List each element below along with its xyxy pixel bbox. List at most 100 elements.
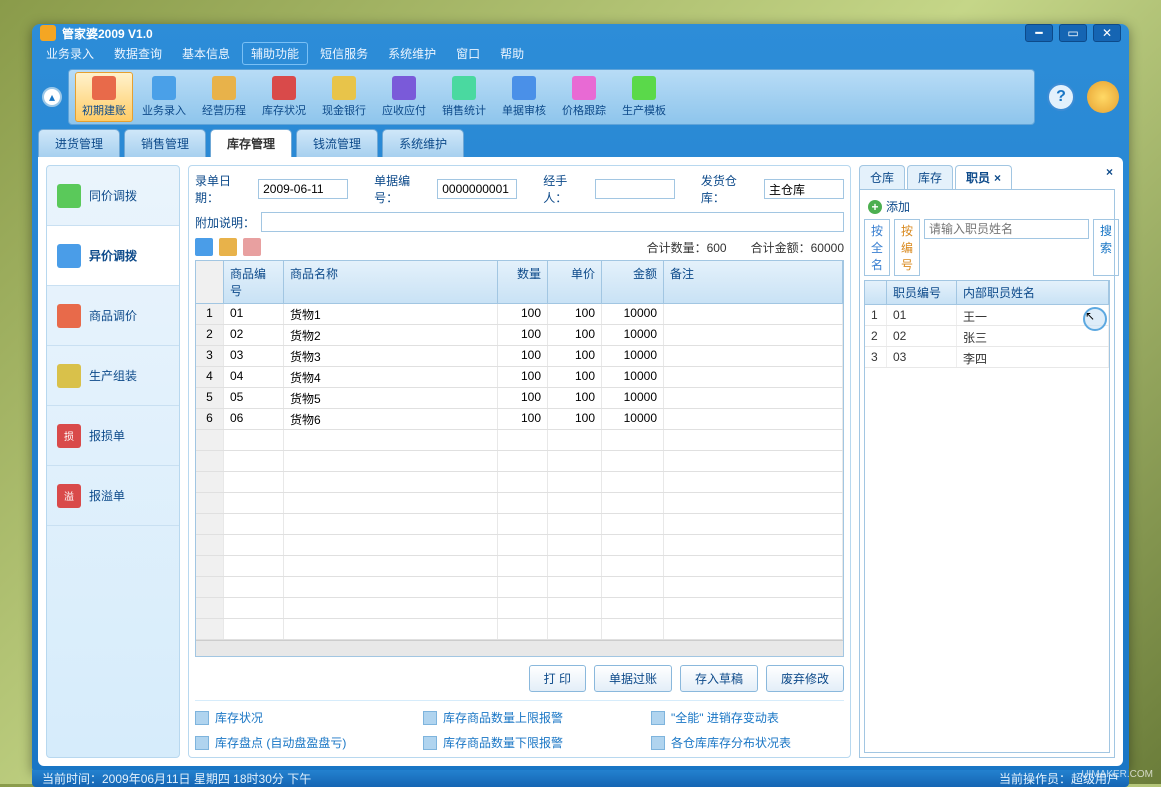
- toolbar-1[interactable]: 业务录入: [135, 72, 193, 122]
- sidebar-item-5[interactable]: 溢报溢单: [47, 466, 179, 526]
- search-button[interactable]: 搜索: [1093, 219, 1119, 276]
- quick-link-4[interactable]: 库存商品数量下限报警: [423, 734, 613, 751]
- help-icon[interactable]: ?: [1047, 83, 1075, 111]
- sidebar-item-1[interactable]: 异价调拨: [47, 226, 179, 286]
- sidebar-item-4[interactable]: 损报损单: [47, 406, 179, 466]
- date-label: 录单日期：: [195, 172, 252, 206]
- grid-header-6[interactable]: 备注: [664, 261, 843, 303]
- total-amt-value: 60000: [811, 241, 844, 255]
- table-row-empty[interactable]: [196, 577, 843, 598]
- grid-header-4[interactable]: 单价: [548, 261, 602, 303]
- main-tab-0[interactable]: 进货管理: [38, 129, 120, 157]
- grid-tool-icon-2[interactable]: [219, 238, 237, 256]
- horizontal-scrollbar[interactable]: [196, 640, 843, 656]
- docno-input[interactable]: [437, 179, 517, 199]
- toolbar-4[interactable]: 现金银行: [315, 72, 373, 122]
- grid-tool-icon-3[interactable]: [243, 238, 261, 256]
- toolbar-6[interactable]: 销售统计: [435, 72, 493, 122]
- staff-row[interactable]: 202张三: [865, 326, 1109, 347]
- right-panel: 仓库库存职员 ×× + 添加 按全名 按编号 搜索 职员编号内部职员姓名: [859, 165, 1115, 758]
- grid-header-5[interactable]: 金额: [602, 261, 664, 303]
- toolbar-9[interactable]: 生产模板: [615, 72, 673, 122]
- table-row-empty[interactable]: [196, 430, 843, 451]
- right-tab-1[interactable]: 库存: [907, 165, 953, 189]
- toolbar-0[interactable]: 初期建账: [75, 72, 133, 122]
- quick-link-2[interactable]: "全能" 进销存变动表: [651, 709, 841, 726]
- staff-header-0[interactable]: [865, 281, 887, 304]
- menu-5[interactable]: 系统维护: [380, 43, 444, 64]
- table-row-empty[interactable]: [196, 535, 843, 556]
- collapse-toolbar-button[interactable]: ▴: [42, 87, 62, 107]
- action-button-2[interactable]: 存入草稿: [680, 665, 758, 692]
- toolbar-2[interactable]: 经营历程: [195, 72, 253, 122]
- staff-header-1[interactable]: 职员编号: [887, 281, 957, 304]
- menu-6[interactable]: 窗口: [448, 43, 488, 64]
- maximize-button[interactable]: ▭: [1059, 24, 1087, 42]
- quick-link-1[interactable]: 库存商品数量上限报警: [423, 709, 613, 726]
- main-tab-2[interactable]: 库存管理: [210, 129, 292, 157]
- right-tab-0[interactable]: 仓库: [859, 165, 905, 189]
- grid-header-3[interactable]: 数量: [498, 261, 548, 303]
- grid-header-0[interactable]: [196, 261, 224, 303]
- staff-search-input[interactable]: [924, 219, 1089, 239]
- add-button[interactable]: + 添加: [864, 194, 1110, 219]
- table-row-empty[interactable]: [196, 556, 843, 577]
- window-title: 管家婆2009 V1.0: [62, 25, 1025, 42]
- handler-input[interactable]: [595, 179, 675, 199]
- grid-tool-icon-1[interactable]: [195, 238, 213, 256]
- sidebar-item-2[interactable]: 商品调价: [47, 286, 179, 346]
- warehouse-input[interactable]: [764, 179, 844, 199]
- close-button[interactable]: ✕: [1093, 24, 1121, 42]
- table-row-empty[interactable]: [196, 514, 843, 535]
- action-button-3[interactable]: 废弃修改: [766, 665, 844, 692]
- table-row-empty[interactable]: [196, 619, 843, 640]
- main-tab-4[interactable]: 系统维护: [382, 129, 464, 157]
- sidebar-item-0[interactable]: 同价调拨: [47, 166, 179, 226]
- date-input[interactable]: [258, 179, 348, 199]
- table-row-empty[interactable]: [196, 472, 843, 493]
- toolbar-5[interactable]: 应收应付: [375, 72, 433, 122]
- action-button-0[interactable]: 打 印: [529, 665, 586, 692]
- menu-2[interactable]: 基本信息: [174, 43, 238, 64]
- right-tab-2[interactable]: 职员 ×: [955, 165, 1012, 189]
- menu-1[interactable]: 数据查询: [106, 43, 170, 64]
- table-row[interactable]: 606货物610010010000: [196, 409, 843, 430]
- table-row[interactable]: 202货物210010010000: [196, 325, 843, 346]
- by-fullname-button[interactable]: 按全名: [864, 219, 890, 276]
- menu-0[interactable]: 业务录入: [38, 43, 102, 64]
- menu-4[interactable]: 短信服务: [312, 43, 376, 64]
- staff-row[interactable]: 101王一: [865, 305, 1109, 326]
- table-row[interactable]: 404货物410010010000: [196, 367, 843, 388]
- table-row-empty[interactable]: [196, 598, 843, 619]
- table-row[interactable]: 303货物310010010000: [196, 346, 843, 367]
- sidebar-icon-1: [57, 244, 81, 268]
- main-tab-3[interactable]: 钱流管理: [296, 129, 378, 157]
- quick-link-3[interactable]: 库存盘点 (自动盘盈盘亏): [195, 734, 385, 751]
- quick-link-0[interactable]: 库存状况: [195, 709, 385, 726]
- action-button-1[interactable]: 单据过账: [594, 665, 672, 692]
- table-row[interactable]: 505货物510010010000: [196, 388, 843, 409]
- tab-close-icon[interactable]: ×: [994, 171, 1001, 185]
- statusbar: 当前时间：2009年06月11日 星期四 18时30分 下午 当前操作员：超级用…: [32, 770, 1129, 787]
- table-row[interactable]: 101货物110010010000: [196, 304, 843, 325]
- menu-3[interactable]: 辅助功能: [242, 42, 308, 65]
- toolbar-8[interactable]: 价格跟踪: [555, 72, 613, 122]
- note-input[interactable]: [261, 212, 844, 232]
- minimize-button[interactable]: ━: [1025, 24, 1053, 42]
- brand-icon[interactable]: [1087, 81, 1119, 113]
- staff-header-2[interactable]: 内部职员姓名: [957, 281, 1109, 304]
- quick-link-5[interactable]: 各仓库库存分布状况表: [651, 734, 841, 751]
- table-row-empty[interactable]: [196, 493, 843, 514]
- staff-row[interactable]: 303李四: [865, 347, 1109, 368]
- sidebar-item-3[interactable]: 生产组装: [47, 346, 179, 406]
- table-row-empty[interactable]: [196, 451, 843, 472]
- main-tab-1[interactable]: 销售管理: [124, 129, 206, 157]
- close-panel-icon[interactable]: ×: [1106, 165, 1113, 179]
- grid-body[interactable]: 101货物110010010000202货物210010010000303货物3…: [196, 304, 843, 640]
- toolbar-3[interactable]: 库存状况: [255, 72, 313, 122]
- grid-header-1[interactable]: 商品编号: [224, 261, 284, 303]
- menu-7[interactable]: 帮助: [492, 43, 532, 64]
- grid-header-2[interactable]: 商品名称: [284, 261, 498, 303]
- by-code-button[interactable]: 按编号: [894, 219, 920, 276]
- toolbar-7[interactable]: 单据审核: [495, 72, 553, 122]
